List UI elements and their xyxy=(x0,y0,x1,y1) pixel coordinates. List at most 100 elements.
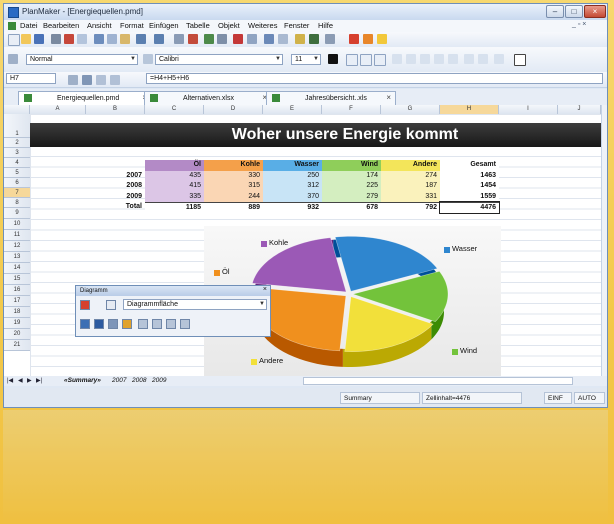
chart-type-icon[interactable] xyxy=(80,300,90,310)
undo-icon[interactable] xyxy=(136,34,146,44)
font-select[interactable]: Calibri ▼ xyxy=(155,54,283,65)
sheet-tab-2008[interactable]: 2008 xyxy=(132,376,146,386)
status-insert-mode[interactable]: EINF xyxy=(544,392,572,404)
menu-fenster[interactable]: Fenster xyxy=(284,21,309,30)
menu-einfuegen[interactable]: Einfügen xyxy=(149,21,179,30)
column-header[interactable]: H xyxy=(440,105,499,114)
justify-icon[interactable] xyxy=(448,54,458,64)
find-icon[interactable] xyxy=(174,34,184,44)
chart-element-icon[interactable] xyxy=(106,300,116,310)
row-header[interactable]: 5 xyxy=(4,168,30,178)
brush-icon[interactable] xyxy=(295,34,305,44)
chart-columns-icon[interactable] xyxy=(166,319,176,329)
row-header[interactable]: 15 xyxy=(4,274,30,285)
italic-icon[interactable] xyxy=(360,54,372,66)
table-cell[interactable]: 932 xyxy=(263,202,322,213)
underline-icon[interactable] xyxy=(374,54,386,66)
chart-data-icon[interactable] xyxy=(94,319,104,329)
row-header[interactable]: 7 xyxy=(4,188,30,198)
row-header[interactable]: 20 xyxy=(4,329,30,340)
chart-axis-icon[interactable] xyxy=(138,319,148,329)
table-cell[interactable]: 792 xyxy=(381,202,440,213)
table-cell[interactable]: 250 xyxy=(263,170,322,181)
column-header[interactable]: J xyxy=(558,105,601,114)
align-center-icon[interactable] xyxy=(420,54,430,64)
tab-jahresuebersicht[interactable]: Jahresübersicht..xls × xyxy=(266,91,396,105)
first-sheet-icon[interactable]: |◀ xyxy=(7,377,13,384)
prev-sheet-icon[interactable]: ◀ xyxy=(18,377,23,384)
table-header-cell[interactable]: Wind xyxy=(322,160,381,171)
table-cell[interactable]: 244 xyxy=(204,191,263,202)
chart-format-icon[interactable] xyxy=(80,319,90,329)
menu-objekt[interactable]: Objekt xyxy=(218,21,240,30)
column-header[interactable]: D xyxy=(204,105,263,114)
table-cell[interactable]: 678 xyxy=(322,202,381,213)
table-cell[interactable]: 315 xyxy=(204,181,263,192)
chart-element-select[interactable]: Diagrammfläche ▼ xyxy=(123,299,267,310)
close-icon[interactable]: × xyxy=(386,92,391,104)
table-header-cell[interactable]: Wasser xyxy=(263,160,322,171)
column-header[interactable]: G xyxy=(381,105,440,114)
align-right-icon[interactable] xyxy=(434,54,444,64)
column-header[interactable]: I xyxy=(499,105,558,114)
align-left-icon[interactable] xyxy=(406,54,416,64)
row-header[interactable]: 17 xyxy=(4,296,30,307)
superscript-icon[interactable] xyxy=(392,54,402,64)
horizontal-scrollbar[interactable] xyxy=(303,377,573,385)
print-preview-icon[interactable] xyxy=(77,34,87,44)
minimize-button[interactable]: – xyxy=(546,5,564,18)
table-cell[interactable]: 187 xyxy=(381,181,440,192)
table-cell[interactable]: 1559 xyxy=(440,191,499,202)
mdi-controls[interactable]: _ ▫ × xyxy=(572,21,586,28)
vertical-scrollbar[interactable] xyxy=(601,105,607,376)
table-cell[interactable]: 225 xyxy=(322,181,381,192)
chart-3d-icon[interactable] xyxy=(180,319,190,329)
dropdown-icon[interactable] xyxy=(68,75,78,85)
merge-cells-icon[interactable] xyxy=(464,54,474,64)
sum-icon[interactable] xyxy=(82,75,92,85)
text-frame-icon[interactable] xyxy=(233,34,243,44)
table-cell[interactable]: 889 xyxy=(204,202,263,213)
picture-icon[interactable] xyxy=(278,34,288,44)
row-header[interactable]: 1 xyxy=(4,114,30,138)
bold-icon[interactable] xyxy=(346,54,358,66)
application-orange-icon[interactable] xyxy=(363,34,373,44)
sheet-tab-2009[interactable]: 2009 xyxy=(152,376,166,386)
table-cell[interactable]: 370 xyxy=(263,191,322,202)
column-header[interactable]: A xyxy=(30,105,86,114)
application-red-icon[interactable] xyxy=(349,34,359,44)
table-header-cell[interactable]: Öl xyxy=(145,160,204,171)
menu-hilfe[interactable]: Hilfe xyxy=(318,21,333,30)
column-header[interactable]: C xyxy=(145,105,204,114)
row-header[interactable]: 13 xyxy=(4,252,30,263)
row-header[interactable]: 2 xyxy=(4,138,30,148)
grid-icon[interactable] xyxy=(264,34,274,44)
table-cell[interactable]: 415 xyxy=(145,181,204,192)
font-size-select[interactable]: 11 ▼ xyxy=(291,54,321,65)
table-row-label[interactable]: 2009 xyxy=(86,192,145,203)
style-select[interactable]: Normal ▼ xyxy=(26,54,138,65)
table-cell[interactable]: 174 xyxy=(322,170,381,181)
tab-alternativen[interactable]: Alternativen.xlsx × xyxy=(144,91,272,105)
row-header[interactable]: 8 xyxy=(4,198,30,208)
row-header[interactable]: 12 xyxy=(4,241,30,252)
table-cell[interactable]: 4476 xyxy=(439,201,500,214)
row-header[interactable]: 16 xyxy=(4,285,30,296)
menu-bearbeiten[interactable]: Bearbeiten xyxy=(43,21,79,30)
menu-tabelle[interactable]: Tabelle xyxy=(186,21,210,30)
table-cell[interactable]: 312 xyxy=(263,181,322,192)
row-header[interactable]: 9 xyxy=(4,208,30,219)
table-cell[interactable]: 435 xyxy=(145,170,204,181)
pdf-icon[interactable] xyxy=(64,34,74,44)
print-icon[interactable] xyxy=(51,34,61,44)
tab-energiequellen[interactable]: Energiequellen.pmd × xyxy=(18,91,152,105)
column-header[interactable]: E xyxy=(263,105,322,114)
text-color-icon[interactable] xyxy=(328,54,338,64)
table-cell[interactable]: 1463 xyxy=(440,170,499,181)
copy-icon[interactable] xyxy=(107,34,117,44)
table-row-label[interactable]: Total xyxy=(86,202,145,213)
table-cell[interactable]: 1454 xyxy=(440,181,499,192)
column-header[interactable]: B xyxy=(86,105,145,114)
table-cell[interactable]: 335 xyxy=(145,191,204,202)
cursor-icon[interactable] xyxy=(8,54,18,64)
